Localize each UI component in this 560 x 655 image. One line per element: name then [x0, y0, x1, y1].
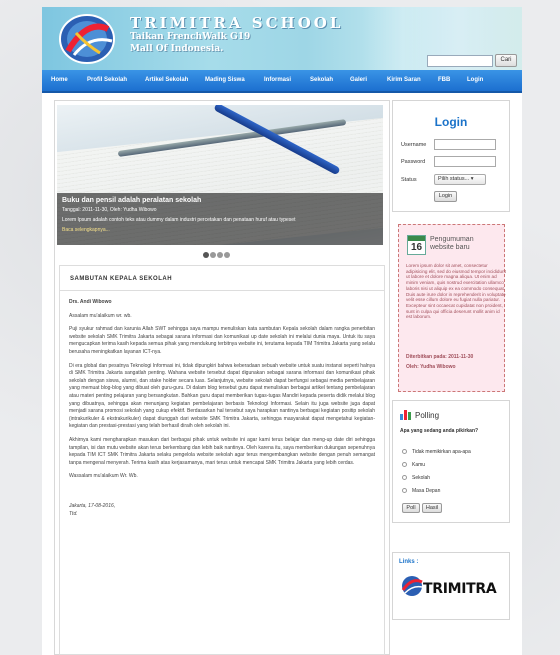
password-input[interactable]: [434, 156, 496, 167]
poll-vote-button[interactable]: Poll: [402, 503, 420, 513]
image-slider[interactable]: Buku dan pensil adalah peralatan sekolah…: [57, 105, 383, 245]
search-button[interactable]: Cari: [495, 54, 517, 67]
nav-profil-sekolah[interactable]: Profil Sekolah: [87, 77, 127, 83]
password-label: Password: [401, 159, 426, 165]
article-paragraph: Akhirnya kami mengharapkan masukan dari …: [69, 436, 375, 466]
slide-meta: Tanggal: 2011-11-30, Oleh: Yudha Wibowo: [62, 207, 157, 213]
poll-question: Apa yang sedang anda pikirkan?: [400, 428, 479, 434]
article-paragraph: Wassalam mu'alaikum Wr. Wb.: [69, 473, 138, 480]
welcome-article: SAMBUTAN KEPALA SEKOLAH Drs. Andi Wibowo…: [59, 265, 385, 655]
poll-option[interactable]: Kamu: [402, 462, 425, 468]
article-signature-ttd: Ttd.: [69, 511, 78, 518]
calendar-icon: 16: [407, 235, 426, 255]
slider-dot[interactable]: [210, 252, 216, 258]
article-author: Drs. Andi Wibowo: [69, 299, 112, 305]
slide-title[interactable]: Buku dan pensil adalah peralatan sekolah: [62, 197, 378, 204]
slider-dot[interactable]: [217, 252, 223, 258]
slider-dot[interactable]: [203, 252, 209, 258]
page-container: TRIMITRA SCHOOL Taikan FrenchWalk G19 Ma…: [42, 7, 522, 655]
nav-informasi[interactable]: Informasi: [264, 77, 291, 83]
nav-galeri[interactable]: Galeri: [350, 77, 367, 83]
poll-option-label: Kamu: [412, 462, 426, 468]
status-select-value: Pilih status...: [438, 176, 470, 182]
login-button[interactable]: Login: [434, 191, 457, 202]
nav-home[interactable]: Home: [51, 77, 68, 83]
username-input[interactable]: [434, 139, 496, 150]
nav-login[interactable]: Login: [467, 77, 483, 83]
status-select[interactable]: Pilih status... ▾: [434, 174, 486, 185]
article-paragraph: Puji syukur rahmad dan karunia Allah SWT…: [69, 326, 375, 355]
login-title: Login: [434, 115, 468, 129]
trimitra-logo-icon[interactable]: [401, 575, 423, 597]
announcement-title[interactable]: Pengumuman website baru: [430, 236, 474, 252]
announcement-panel: 16 Pengumuman website baru Lorem ipsum d…: [398, 224, 506, 392]
poll-option-label: Tidak memikirkan apa-apa: [412, 449, 471, 455]
trimitra-brand-text[interactable]: TRIMITRA: [423, 581, 497, 597]
poll-option[interactable]: Tidak memikirkan apa-apa: [402, 449, 471, 455]
radio-icon[interactable]: [402, 488, 407, 494]
slider-dot[interactable]: [224, 252, 230, 258]
username-label: Username: [401, 142, 427, 148]
slide-caption: Buku dan pensil adalah peralatan sekolah…: [57, 193, 383, 245]
school-logo-icon: [59, 14, 115, 64]
login-panel: Login Username Password Status Pilih sta…: [392, 100, 510, 212]
poll-chart-bar: [400, 414, 403, 420]
poll-option[interactable]: Masa Depan: [402, 488, 440, 494]
address-line-1: Taikan FrenchWalk G19: [130, 32, 251, 42]
article-signature: Jakarta, 17-08-2016,: [69, 502, 116, 509]
announcement-title-line2: website baru: [430, 244, 470, 251]
article-title: SAMBUTAN KEPALA SEKOLAH: [60, 266, 384, 291]
links-panel: Links : TRIMITRA: [392, 552, 510, 620]
school-name: TRIMITRA SCHOOL: [130, 14, 344, 32]
announcement-date: Diterbitkan pada: 2011-11-30: [406, 354, 474, 360]
announcement-author: Oleh: Yudha Wibowo: [406, 364, 456, 370]
nav-kirim-saran[interactable]: Kirim Saran: [387, 77, 421, 83]
radio-icon[interactable]: [402, 475, 407, 481]
status-label: Status: [401, 177, 417, 183]
chevron-down-icon: ▾: [470, 176, 474, 182]
poll-chart-bar: [404, 410, 407, 420]
main-nav: Home Profil Sekolah Artikel Sekolah Madi…: [42, 70, 522, 93]
nav-fbb[interactable]: FBB: [438, 77, 450, 83]
article-paragraph: Di era global dan pesatnya Teknologi Inf…: [69, 362, 375, 430]
poll-chart-icon: [400, 410, 411, 420]
poll-panel: Polling Apa yang sedang anda pikirkan? T…: [392, 400, 510, 523]
nav-sekolah[interactable]: Sekolah: [310, 77, 333, 83]
article-paragraph: Assalam mu'alaikum wr. wb.: [69, 312, 132, 319]
radio-icon[interactable]: [402, 462, 407, 468]
main-content: Buku dan pensil adalah peralatan sekolah…: [54, 100, 390, 655]
poll-title: Polling: [415, 411, 440, 420]
slider-dots: [203, 252, 231, 260]
announcement-title-line1: Pengumuman: [430, 236, 474, 243]
nav-mading-siswa[interactable]: Mading Siswa: [205, 77, 245, 83]
poll-chart-bar: [408, 412, 411, 420]
search-input[interactable]: [427, 55, 493, 67]
nav-artikel-sekolah[interactable]: Artikel Sekolah: [145, 77, 188, 83]
radio-icon[interactable]: [402, 449, 407, 455]
poll-option-label: Masa Depan: [412, 488, 441, 494]
poll-result-button[interactable]: Hasil: [422, 503, 442, 513]
read-more-link[interactable]: Baca selengkapnya...: [62, 227, 378, 233]
address-line-2: Mall Of Indonesia.: [130, 44, 224, 54]
links-title: Links :: [399, 559, 419, 565]
announcement-body: Lorem ipsum dolor sit amet, consectetur …: [406, 263, 506, 320]
header-banner: TRIMITRA SCHOOL Taikan FrenchWalk G19 Ma…: [42, 7, 522, 70]
poll-option-label: Sekolah: [412, 475, 431, 481]
calendar-day: 16: [410, 242, 423, 253]
poll-option[interactable]: Sekolah: [402, 475, 430, 481]
slide-description: Lorem Ipsum adalah contoh teks atau dumm…: [62, 217, 296, 223]
